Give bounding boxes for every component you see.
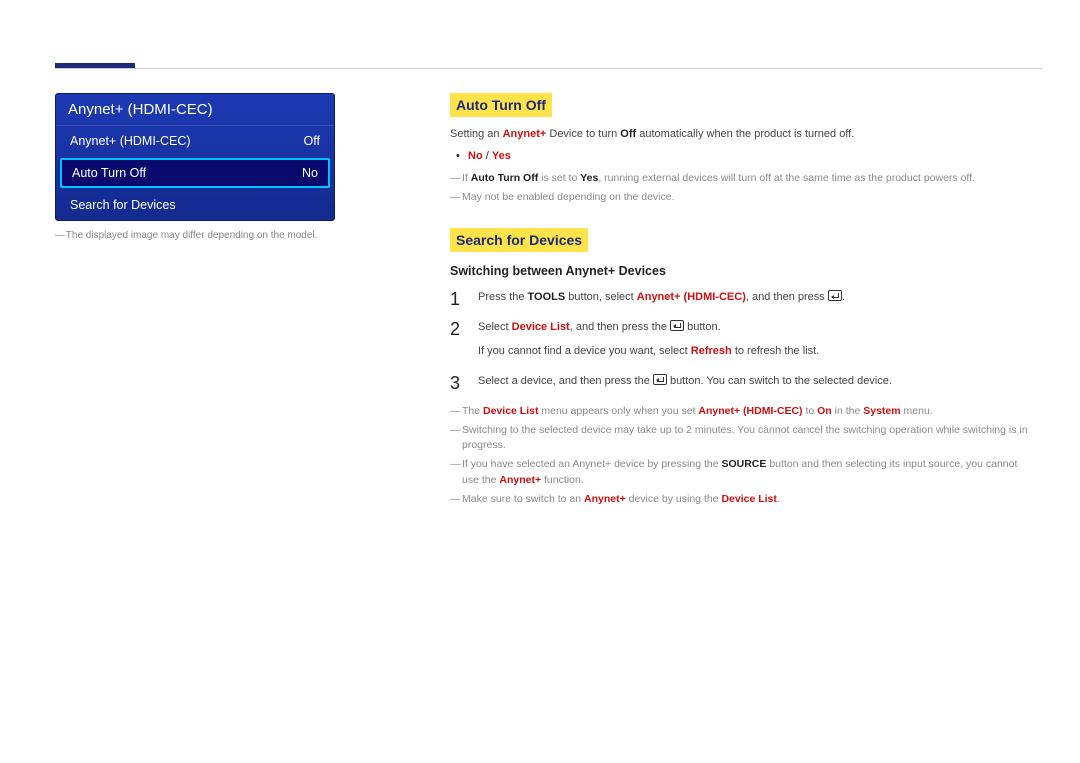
header-rule	[55, 68, 1042, 69]
keyword: Anynet+	[584, 493, 626, 505]
option-yes: Yes	[492, 150, 511, 162]
text: The	[462, 405, 483, 417]
text: If you have selected an Anynet+ device b…	[462, 458, 721, 470]
keyword-anynet: Anynet+ (HDMI-CEC)	[637, 291, 746, 303]
text: Make sure to switch to an	[462, 493, 584, 505]
keyword: Anynet+ (HDMI-CEC)	[698, 405, 802, 417]
enter-icon	[653, 374, 667, 385]
text: button. You can switch to the selected d…	[667, 375, 892, 387]
keyword-refresh: Refresh	[691, 345, 732, 357]
text: is set to	[538, 172, 580, 184]
osd-row-label: Anynet+ (HDMI-CEC)	[70, 134, 191, 148]
text: Press the	[478, 291, 528, 303]
text: to refresh the list.	[732, 345, 819, 357]
auto-turn-off-note1: If Auto Turn Off is set to Yes, running …	[450, 171, 1030, 186]
text: .	[777, 493, 780, 505]
subheading-switching: Switching between Anynet+ Devices	[450, 262, 1030, 280]
auto-turn-off-options: No / Yes	[450, 149, 1030, 165]
text: Select a device, and then press the	[478, 375, 653, 387]
osd-row-anynet[interactable]: Anynet+ (HDMI-CEC) Off	[56, 126, 334, 156]
step-2-sub: If you cannot find a device you want, se…	[478, 344, 1030, 360]
enter-icon	[828, 290, 842, 301]
heading-search-for-devices: Search for Devices	[450, 228, 588, 252]
text: , and then press	[746, 291, 828, 303]
text: menu.	[901, 405, 933, 417]
step-3: Select a device, and then press the butt…	[450, 374, 1030, 390]
osd-row-search-devices[interactable]: Search for Devices	[56, 190, 334, 220]
step-1: Press the TOOLS button, select Anynet+ (…	[450, 290, 1030, 306]
osd-row-value: No	[302, 166, 318, 180]
text: , running external devices will turn off…	[598, 172, 975, 184]
osd-panel: Anynet+ (HDMI-CEC) Anynet+ (HDMI-CEC) Of…	[55, 93, 335, 221]
osd-row-label: Auto Turn Off	[72, 166, 146, 180]
text: If you cannot find a device you want, se…	[478, 345, 691, 357]
osd-title: Anynet+ (HDMI-CEC)	[56, 94, 334, 126]
footnote-1: The Device List menu appears only when y…	[450, 404, 1030, 419]
keyword-off: Off	[620, 128, 636, 140]
keyword-tools: TOOLS	[528, 291, 566, 303]
keyword: Device List	[721, 493, 776, 505]
page-body: Anynet+ (HDMI-CEC) Anynet+ (HDMI-CEC) Of…	[55, 93, 1042, 763]
text: button, select	[565, 291, 637, 303]
osd-row-value: Off	[304, 134, 320, 148]
step-2: Select Device List, and then press the b…	[450, 320, 1030, 360]
auto-turn-off-note2: May not be enabled depending on the devi…	[450, 190, 1030, 205]
content-column: Auto Turn Off Setting an Anynet+ Device …	[450, 93, 1030, 763]
text: /	[483, 150, 492, 162]
option-no: No	[468, 150, 483, 162]
keyword: Device List	[483, 405, 538, 417]
keyword: SOURCE	[721, 458, 766, 470]
keyword: Auto Turn Off	[471, 172, 538, 184]
text: in the	[832, 405, 864, 417]
text: Setting an	[450, 128, 503, 140]
text: menu appears only when you set	[538, 405, 698, 417]
osd-column: Anynet+ (HDMI-CEC) Anynet+ (HDMI-CEC) Of…	[55, 93, 335, 763]
text: Device to turn	[546, 128, 620, 140]
footnote-2: Switching to the selected device may tak…	[450, 423, 1030, 453]
keyword: Yes	[580, 172, 598, 184]
text: device by using the	[626, 493, 722, 505]
auto-turn-off-intro: Setting an Anynet+ Device to turn Off au…	[450, 127, 1030, 143]
text: , and then press the	[570, 321, 670, 333]
osd-caption: The displayed image may differ depending…	[55, 230, 335, 241]
text: .	[842, 291, 845, 303]
steps-list: Press the TOOLS button, select Anynet+ (…	[450, 290, 1030, 390]
keyword: Anynet+	[499, 474, 541, 486]
enter-icon	[670, 320, 684, 331]
text: function.	[541, 474, 584, 486]
footnote-3: If you have selected an Anynet+ device b…	[450, 457, 1030, 487]
text: automatically when the product is turned…	[636, 128, 854, 140]
text: Select	[478, 321, 512, 333]
keyword-device-list: Device List	[512, 321, 570, 333]
footnote-4: Make sure to switch to an Anynet+ device…	[450, 492, 1030, 507]
text: to	[803, 405, 818, 417]
keyword: System	[863, 405, 900, 417]
keyword-anynet: Anynet+	[503, 128, 547, 140]
heading-auto-turn-off: Auto Turn Off	[450, 93, 552, 117]
osd-row-auto-turn-off[interactable]: Auto Turn Off No	[60, 158, 330, 188]
text: button.	[684, 321, 721, 333]
text: If	[462, 172, 471, 184]
keyword: On	[817, 405, 832, 417]
osd-row-label: Search for Devices	[70, 198, 176, 212]
